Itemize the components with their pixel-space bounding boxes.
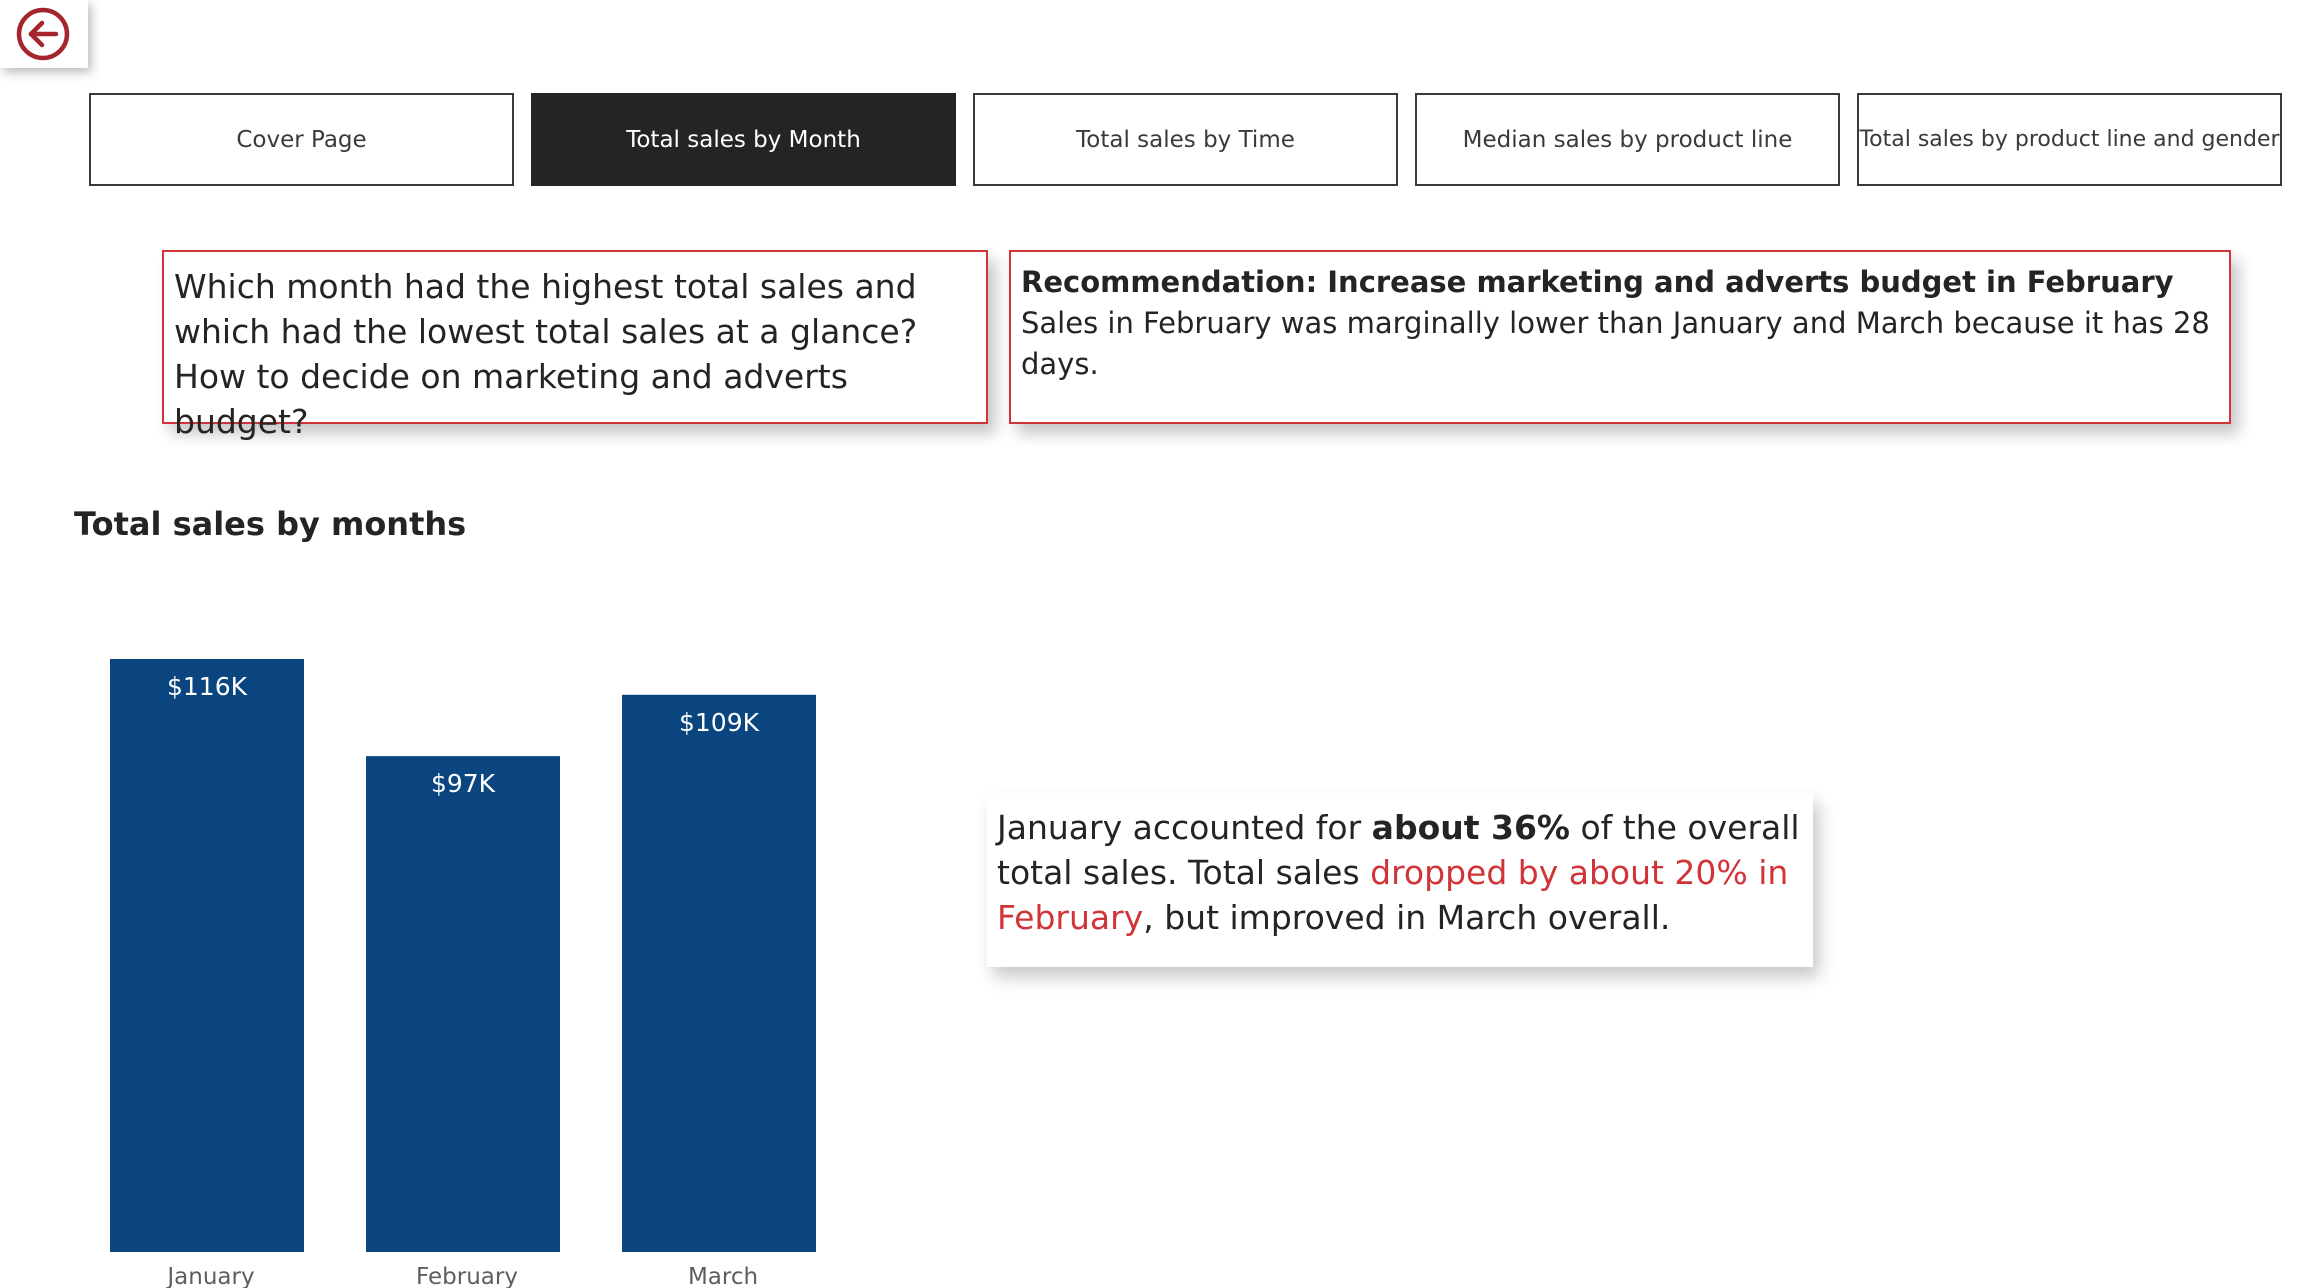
bar-march[interactable] xyxy=(622,694,816,1252)
tab-total-sales-by-time[interactable]: Total sales by Time xyxy=(973,93,1398,186)
insight-card: January accounted for about 36% of the o… xyxy=(987,793,1813,967)
bar-chart: $116K January $97K February $109K March xyxy=(110,659,816,1288)
recommendation-title: Recommendation: Increase marketing and a… xyxy=(1021,265,2174,299)
report-page: Cover Page Total sales by Month Total sa… xyxy=(0,0,2297,1288)
data-label-march: $109K xyxy=(679,708,760,737)
x-tick-label-january: January xyxy=(165,1264,254,1288)
x-tick-label-february: February xyxy=(416,1264,518,1288)
insight-text-1: January accounted for xyxy=(997,808,1372,847)
tab-median-sales-by-product-line[interactable]: Median sales by product line xyxy=(1415,93,1840,186)
recommendation-body: Sales in February was marginally lower t… xyxy=(1021,306,2210,381)
recommendation-card: Recommendation: Increase marketing and a… xyxy=(1009,250,2231,424)
data-label-february: $97K xyxy=(431,769,496,798)
tab-total-sales-by-product-line-and-gender[interactable]: Total sales by product line and gender xyxy=(1857,93,2282,186)
x-tick-label-march: March xyxy=(688,1264,758,1288)
data-label-january: $116K xyxy=(167,672,248,701)
bar-february[interactable] xyxy=(366,756,560,1252)
insight-highlight-percent: about 36% xyxy=(1371,808,1570,847)
insight-text-3: , but improved in March overall. xyxy=(1143,898,1671,937)
bar-january[interactable] xyxy=(110,659,304,1252)
